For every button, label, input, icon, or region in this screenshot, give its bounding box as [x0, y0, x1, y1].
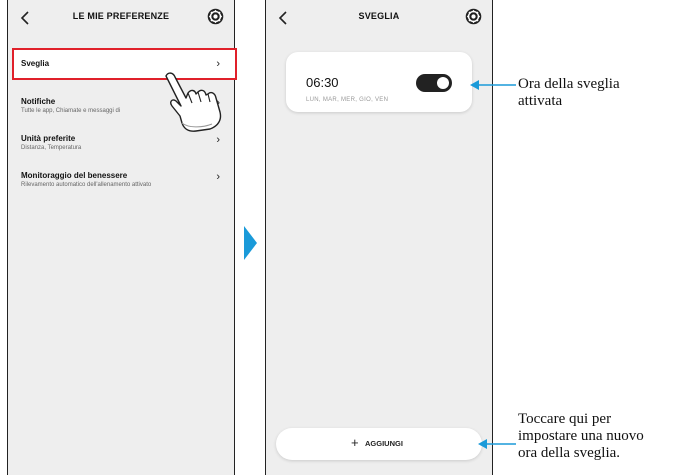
add-annotation: Toccare qui per impostare una nuovo ora …	[518, 411, 693, 462]
toggle-callout-arrowhead	[470, 80, 479, 90]
annotation-line: impostare una nuovo	[518, 428, 644, 444]
toggle-annotation: Ora della sveglia attivata	[518, 76, 688, 110]
add-callout-arrowhead	[478, 439, 487, 449]
annotation-line: attivata	[518, 93, 563, 109]
annotation-line: Toccare qui per	[518, 411, 612, 427]
annotation-line: ora della sveglia.	[518, 445, 621, 461]
annotation-line: Ora della sveglia	[518, 76, 620, 92]
callout-lines	[470, 80, 516, 449]
